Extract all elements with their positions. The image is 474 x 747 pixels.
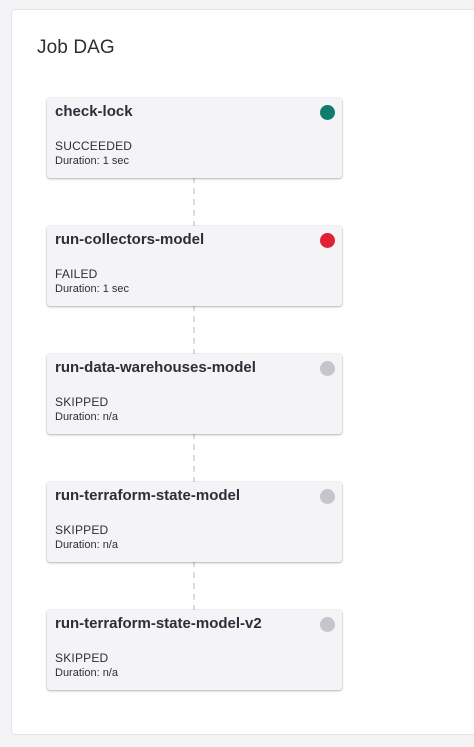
job-duration: Duration: n/a (55, 667, 118, 679)
job-duration: Duration: 1 sec (55, 155, 129, 167)
job-node-run-collectors-model[interactable]: run-collectors-model FAILED Duration: 1 … (47, 226, 342, 306)
job-dag-panel: Job DAG check-lock SUCCEEDED Duration: 1… (11, 9, 474, 735)
status-indicator-icon (320, 617, 335, 632)
dag-edge (193, 177, 195, 227)
job-status: SKIPPED (55, 523, 109, 537)
job-name: run-collectors-model (55, 231, 205, 248)
job-duration: Duration: 1 sec (55, 283, 129, 295)
job-name: run-terraform-state-model (55, 487, 241, 504)
status-indicator-icon (320, 233, 335, 248)
dag-edge (193, 433, 195, 483)
job-node-run-terraform-state-model-v2[interactable]: run-terraform-state-model-v2 SKIPPED Dur… (47, 610, 342, 690)
job-node-run-data-warehouses-model[interactable]: run-data-warehouses-model SKIPPED Durati… (47, 354, 342, 434)
job-status: SKIPPED (55, 651, 109, 665)
job-node-check-lock[interactable]: check-lock SUCCEEDED Duration: 1 sec (47, 98, 342, 178)
job-duration: Duration: n/a (55, 411, 118, 423)
job-status: FAILED (55, 267, 98, 281)
dag-graph: check-lock SUCCEEDED Duration: 1 sec run… (12, 10, 474, 734)
job-status: SKIPPED (55, 395, 109, 409)
job-name: check-lock (55, 103, 133, 120)
status-indicator-icon (320, 489, 335, 504)
job-status: SUCCEEDED (55, 139, 133, 153)
dag-edge (193, 305, 195, 355)
status-indicator-icon (320, 105, 335, 120)
dag-edge (193, 561, 195, 611)
job-node-run-terraform-state-model[interactable]: run-terraform-state-model SKIPPED Durati… (47, 482, 342, 562)
job-duration: Duration: n/a (55, 539, 118, 551)
job-name: run-terraform-state-model-v2 (55, 615, 262, 632)
job-name: run-data-warehouses-model (55, 359, 256, 376)
status-indicator-icon (320, 361, 335, 376)
